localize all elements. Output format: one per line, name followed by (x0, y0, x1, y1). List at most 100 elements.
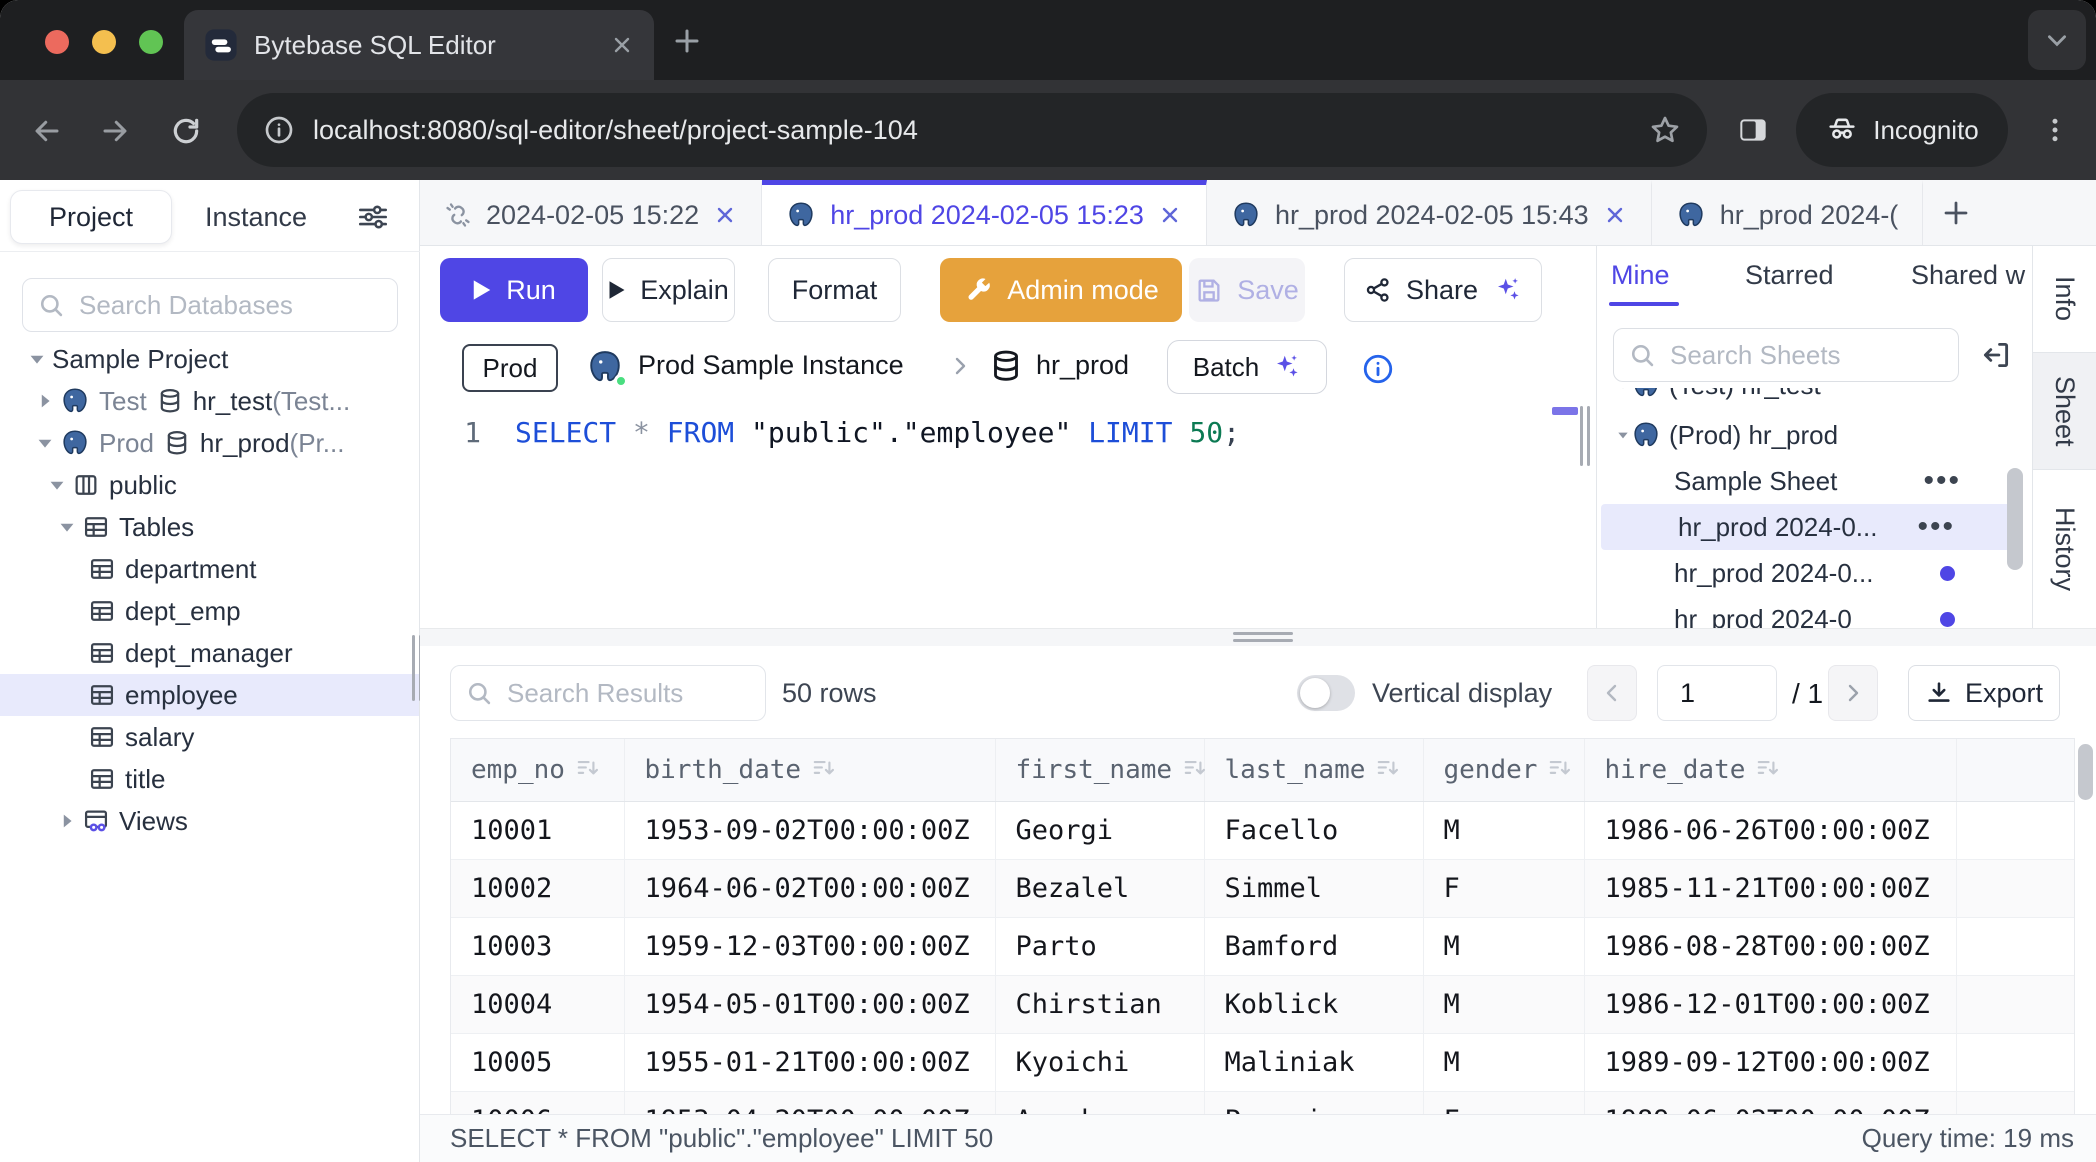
window-close-button[interactable] (45, 30, 69, 54)
database-search-input[interactable] (77, 289, 357, 322)
tree-item-hr_test[interactable]: Testhr_test (Test... (0, 380, 419, 422)
tab-list-chevron-button[interactable] (2028, 10, 2086, 70)
sheet-search-input[interactable] (1668, 339, 1918, 372)
new-sheet-tab-button[interactable] (1923, 180, 1989, 245)
tree-item-hr_prod[interactable]: Prodhr_prod (Pr... (0, 422, 419, 464)
table-row[interactable]: 100031959-12-03T00:00:00ZPartoBamfordM19… (451, 917, 2075, 975)
import-sheet-icon[interactable] (1979, 338, 2013, 372)
window-minimize-button[interactable] (92, 30, 116, 54)
table-row[interactable]: 100041954-05-01T00:00:00ZChirstianKoblic… (451, 975, 2075, 1033)
rail-tab-history[interactable]: History (2033, 470, 2096, 628)
tree-item-Views[interactable]: Views (0, 800, 419, 842)
caret-down-icon[interactable] (52, 516, 82, 538)
sort-icon[interactable] (575, 755, 601, 781)
tab-starred[interactable]: Starred (1745, 260, 1834, 291)
editor-panel-resize-handle[interactable] (1580, 406, 1594, 466)
sheet-list-scrollbar[interactable] (2007, 468, 2023, 570)
sort-icon[interactable] (1375, 755, 1401, 781)
format-button[interactable]: Format (768, 258, 901, 322)
editor-tab[interactable]: 2024-02-05 15:22 (420, 180, 762, 245)
instance-name[interactable]: Prod Sample Instance (638, 350, 904, 381)
caret-right-icon[interactable] (52, 810, 82, 832)
filter-settings-icon[interactable] (356, 200, 390, 234)
tab-instance[interactable]: Instance (196, 190, 316, 244)
results-grid-scrollbar[interactable] (2078, 744, 2093, 800)
page-number-input[interactable] (1657, 665, 1777, 721)
tree-item-Sample Project[interactable]: Sample Project (0, 338, 419, 380)
tree-item-dept_manager[interactable]: dept_manager (0, 632, 419, 674)
caret-down-icon[interactable] (30, 432, 60, 454)
site-info-icon[interactable] (263, 114, 295, 146)
reload-icon[interactable] (170, 115, 202, 147)
batch-button[interactable]: Batch (1167, 340, 1327, 394)
sql-editor[interactable]: 1 SELECT * FROM "public"."employee" LIMI… (420, 402, 1596, 628)
table-row[interactable]: 100051955-01-21T00:00:00ZKyoichiMaliniak… (451, 1033, 2075, 1091)
side-panel-icon[interactable] (1737, 114, 1769, 146)
column-header-emp_no[interactable]: emp_no (451, 739, 624, 801)
prev-page-button[interactable] (1587, 665, 1637, 721)
results-resize-handle[interactable] (1233, 632, 1293, 644)
close-icon[interactable] (1158, 203, 1182, 227)
column-header-birth_date[interactable]: birth_date (624, 739, 995, 801)
sort-icon[interactable] (1755, 755, 1781, 781)
sheet-item[interactable]: hr_prod 2024-0...••• (1601, 504, 2011, 550)
editor-tab[interactable]: hr_prod 2024-02-05 15:23 (762, 180, 1207, 245)
sort-icon[interactable] (1547, 755, 1573, 781)
caret-down-icon[interactable] (1597, 388, 1631, 396)
sheet-item[interactable]: (Prod) hr_prod (1597, 412, 2017, 458)
sheet-item[interactable]: (Test) hr_test (1597, 388, 2017, 408)
sheet-item[interactable]: Sample Sheet••• (1597, 458, 2017, 504)
forward-icon[interactable] (100, 116, 130, 146)
share-button[interactable]: Share (1344, 258, 1542, 322)
admin-mode-button[interactable]: Admin mode (940, 258, 1182, 322)
column-header-hire_date[interactable]: hire_date (1584, 739, 1956, 801)
database-search[interactable] (22, 278, 398, 332)
sort-icon[interactable] (811, 755, 837, 781)
tree-item-dept_emp[interactable]: dept_emp (0, 590, 419, 632)
sheet-search[interactable] (1613, 328, 1959, 382)
rail-tab-sheet[interactable]: Sheet (2033, 352, 2096, 470)
caret-down-icon[interactable] (42, 474, 72, 496)
column-header-gender[interactable]: gender (1423, 739, 1584, 801)
back-icon[interactable] (32, 116, 62, 146)
close-icon[interactable] (713, 203, 737, 227)
database-name[interactable]: hr_prod (1036, 350, 1129, 381)
tree-item-department[interactable]: department (0, 548, 419, 590)
sort-icon[interactable] (1182, 755, 1208, 781)
save-button[interactable]: Save (1189, 258, 1305, 322)
caret-right-icon[interactable] (30, 390, 60, 412)
tab-project[interactable]: Project (10, 190, 172, 244)
vertical-display-toggle[interactable] (1297, 675, 1355, 711)
results-search[interactable] (450, 665, 766, 721)
close-icon[interactable] (1603, 203, 1627, 227)
tab-mine[interactable]: Mine (1611, 260, 1670, 291)
browser-menu-icon[interactable] (2040, 115, 2070, 145)
table-row[interactable]: 100061953-04-20T00:00:00ZAnnekePreusigF1… (451, 1091, 2075, 1114)
export-button[interactable]: Export (1908, 665, 2060, 721)
editor-tab[interactable]: hr_prod 2024-02-05 15:43 (1207, 180, 1652, 245)
editor-tab[interactable]: hr_prod 2024-( (1652, 180, 1924, 245)
tree-item-title[interactable]: title (0, 758, 419, 800)
caret-down-icon[interactable] (22, 348, 52, 370)
tree-item-employee[interactable]: employee (0, 674, 419, 716)
next-page-button[interactable] (1828, 665, 1878, 721)
tree-item-salary[interactable]: salary (0, 716, 419, 758)
table-row[interactable]: 100021964-06-02T00:00:00ZBezalelSimmelF1… (451, 859, 2075, 917)
browser-tab[interactable]: Bytebase SQL Editor (184, 10, 654, 80)
sheet-item[interactable]: hr_prod 2024-0... (1597, 550, 2017, 596)
tab-shared[interactable]: Shared w (1911, 260, 2029, 291)
tree-item-public[interactable]: public (0, 464, 419, 506)
run-button[interactable]: Run (440, 258, 588, 322)
results-search-input[interactable] (505, 677, 735, 710)
column-header-first_name[interactable]: first_name (995, 739, 1204, 801)
bookmark-star-icon[interactable] (1649, 114, 1681, 146)
rail-tab-info[interactable]: Info (2033, 246, 2096, 352)
sheet-menu-icon[interactable]: ••• (1917, 510, 2011, 544)
new-tab-icon[interactable] (672, 26, 702, 56)
sheet-item[interactable]: hr_prod 2024-0 (1597, 596, 2017, 628)
info-icon[interactable] (1361, 352, 1395, 386)
explain-button[interactable]: Explain (602, 258, 735, 322)
url-omnibox[interactable]: localhost:8080/sql-editor/sheet/project-… (237, 93, 1707, 167)
sheet-menu-icon[interactable]: ••• (1923, 464, 2017, 498)
window-zoom-button[interactable] (139, 30, 163, 54)
